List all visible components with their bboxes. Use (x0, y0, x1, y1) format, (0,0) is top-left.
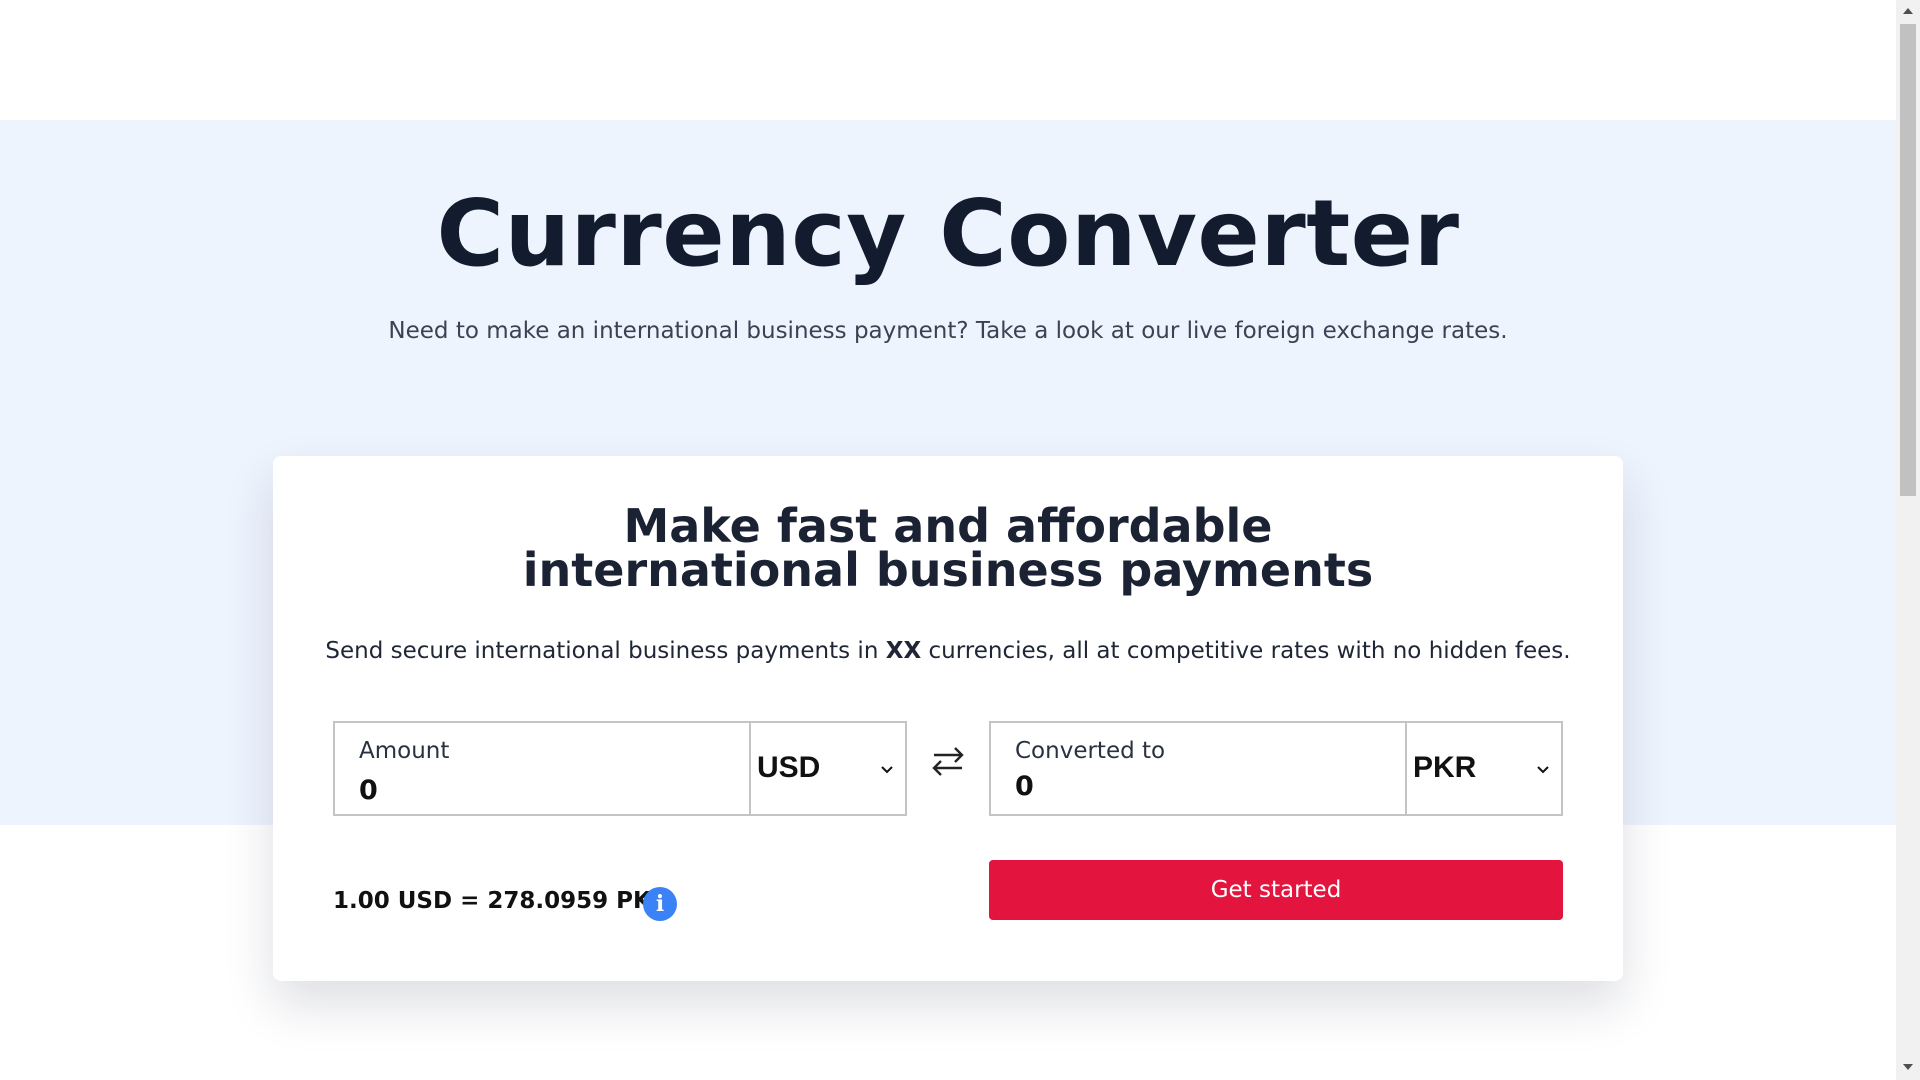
card-heading: Make fast and affordable international b… (273, 499, 1623, 597)
amount-input[interactable]: Amount 0 (335, 723, 751, 814)
card-heading-line1: Make fast and affordable (623, 499, 1273, 553)
page-viewport: Currency Converter Need to make an inter… (0, 0, 1896, 1080)
converter-card: Make fast and affordable international b… (273, 456, 1623, 981)
page-title: Currency Converter (436, 180, 1460, 287)
to-currency-select[interactable]: PKR (1407, 723, 1561, 814)
info-icon[interactable]: i (643, 887, 677, 921)
currency-count: XX (885, 638, 922, 664)
chevron-down-icon (1537, 766, 1549, 774)
amount-value[interactable]: 0 (359, 775, 378, 806)
from-currency-code: USD (757, 751, 821, 784)
scroll-up-arrow-icon[interactable] (1903, 8, 1913, 14)
card-description-start: Send secure international business payme… (325, 638, 886, 664)
swap-arrows-icon[interactable] (928, 741, 968, 781)
scroll-down-arrow-icon[interactable] (1903, 1064, 1913, 1070)
vertical-scrollbar[interactable] (1896, 0, 1920, 1080)
amount-label: Amount (359, 738, 450, 764)
card-heading-line2: international business payments (522, 543, 1374, 597)
converted-value[interactable]: 0 (1015, 771, 1034, 802)
get-started-button[interactable]: Get started (989, 860, 1563, 920)
from-currency-select[interactable]: USD (751, 723, 905, 814)
exchange-rate-text: 1.00 USD = 278.0959 PKR (333, 888, 669, 914)
page-subtitle: Need to make an international business p… (388, 318, 1508, 344)
converted-label: Converted to (1015, 738, 1166, 764)
to-currency-code: PKR (1413, 751, 1477, 784)
scrollbar-thumb[interactable] (1900, 24, 1916, 496)
card-description: Send secure international business payme… (273, 638, 1623, 664)
amount-field-group: Amount 0 USD (333, 721, 907, 816)
card-description-end: currencies, all at competitive rates wit… (921, 638, 1571, 664)
converted-field-group: Converted to 0 PKR (989, 721, 1563, 816)
chevron-down-icon (881, 766, 893, 774)
converted-output[interactable]: Converted to 0 (991, 723, 1407, 814)
